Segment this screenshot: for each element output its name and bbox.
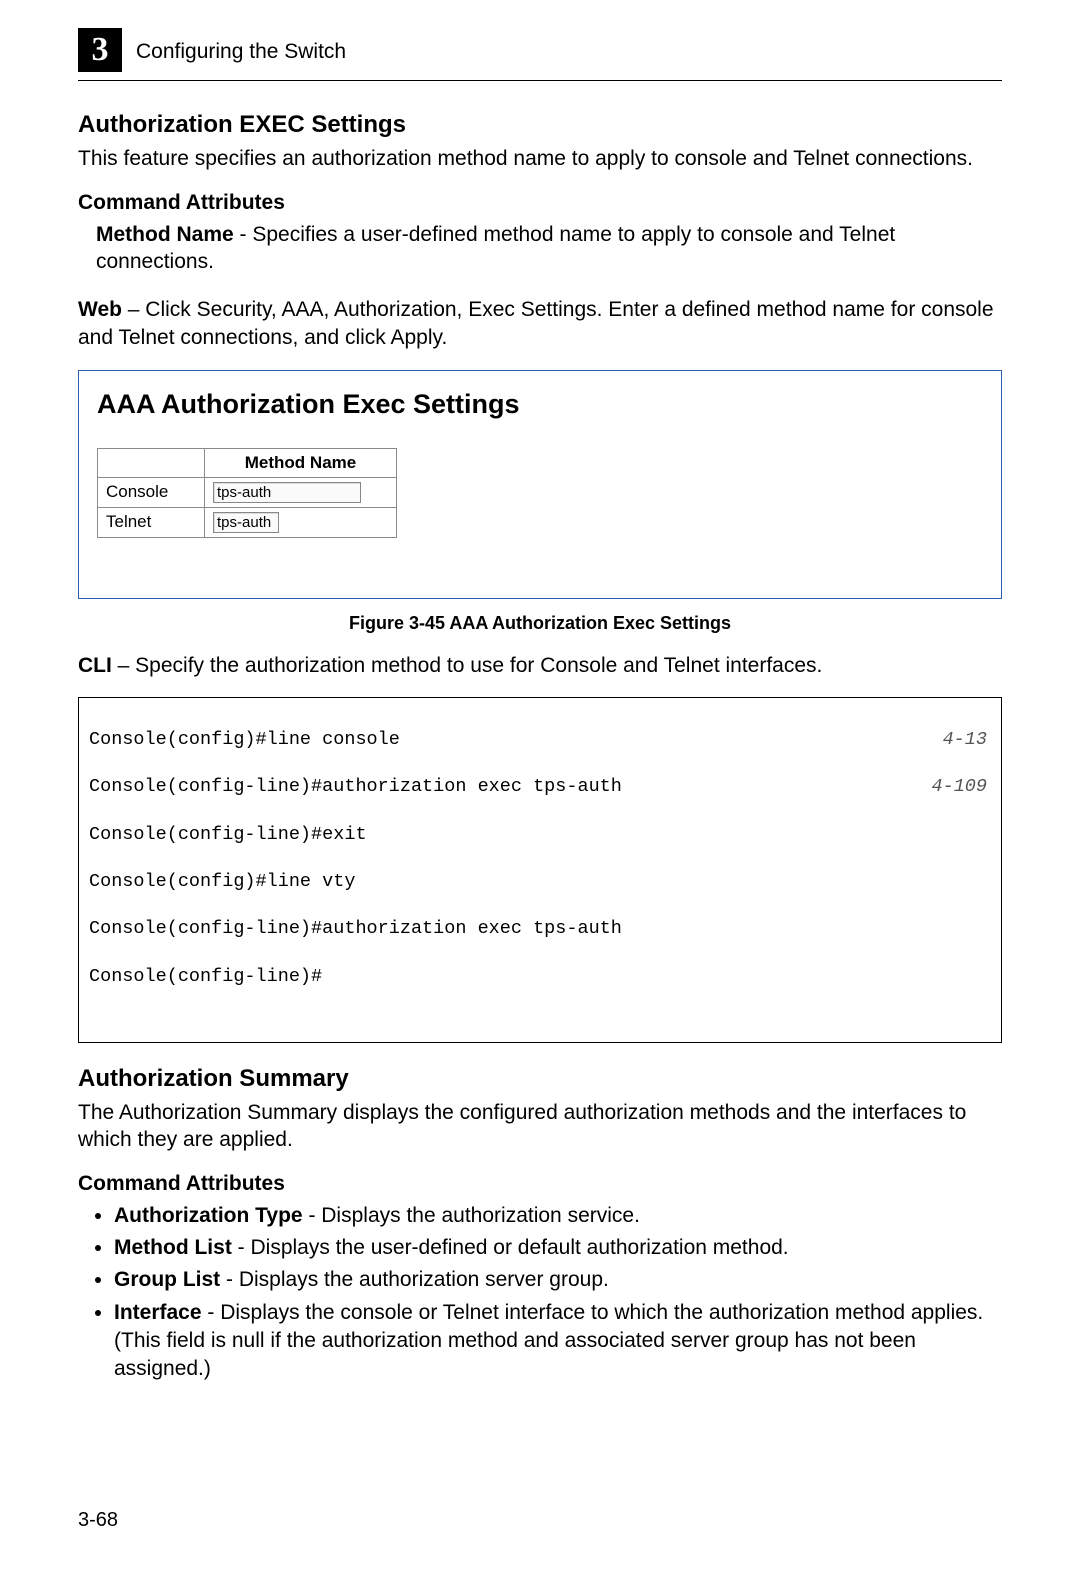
bullet-term: Interface — [114, 1301, 202, 1324]
section-intro-auth-exec: This feature specifies an authorization … — [78, 145, 1002, 173]
bullet-desc: - Displays the authorization service. — [303, 1204, 640, 1227]
bullet-term: Method List — [114, 1236, 232, 1259]
page: 3 Configuring the Switch Authorization E… — [0, 0, 1080, 1570]
section-title-auth-exec: Authorization EXEC Settings — [78, 111, 1002, 139]
method-name-attribute: Method Name - Specifies a user-defined m… — [78, 221, 1002, 276]
list-item: Group List - Displays the authorization … — [114, 1266, 1002, 1294]
row-input-cell-console: tps-auth — [205, 477, 397, 507]
bullet-desc: - Displays the user-defined or default a… — [232, 1236, 789, 1259]
web-label: Web — [78, 298, 122, 321]
bullet-desc: - Displays the authorization server grou… — [220, 1268, 609, 1291]
telnet-method-input[interactable]: tps-auth — [213, 512, 279, 533]
cli-code-block: Console(config)#line console 4-13 Console… — [78, 697, 1002, 1042]
figure-panel-title: AAA Authorization Exec Settings — [97, 389, 983, 420]
cli-ref — [987, 823, 991, 847]
cli-line: Console(config-line)#exit — [89, 823, 991, 847]
exec-settings-table: Method Name Console tps-auth Telnet tps-… — [97, 448, 397, 538]
header-rule — [78, 80, 1002, 81]
page-number: 3-68 — [78, 1509, 118, 1532]
web-instructions: Web – Click Security, AAA, Authorization… — [78, 296, 1002, 351]
section-title-auth-summary: Authorization Summary — [78, 1065, 1002, 1093]
cli-line: Console(config-line)#authorization exec … — [89, 775, 991, 799]
web-desc: – Click Security, AAA, Authorization, Ex… — [78, 298, 994, 349]
cli-ref: 4-109 — [931, 775, 991, 799]
chapter-number-badge: 3 — [78, 28, 122, 72]
bullet-desc: - Displays the console or Telnet interfa… — [114, 1301, 983, 1380]
console-method-input[interactable]: tps-auth — [213, 482, 361, 503]
figure-caption: Figure 3-45 AAA Authorization Exec Setti… — [78, 613, 1002, 634]
table-row: Telnet tps-auth — [98, 507, 397, 537]
cli-instructions: CLI – Specify the authorization method t… — [78, 652, 1002, 680]
bullet-term: Authorization Type — [114, 1204, 303, 1227]
cli-ref — [987, 965, 991, 989]
method-name-term: Method Name — [96, 223, 234, 246]
list-item: Interface - Displays the console or Teln… — [114, 1299, 1002, 1383]
cli-line: Console(config-line)#authorization exec … — [89, 917, 991, 941]
cli-ref: 4-13 — [943, 728, 991, 752]
command-attributes-heading-2: Command Attributes — [78, 1172, 1002, 1196]
cli-text: Console(config-line)#authorization exec … — [89, 917, 622, 941]
list-item: Authorization Type - Displays the author… — [114, 1202, 1002, 1230]
list-item: Method List - Displays the user-defined … — [114, 1234, 1002, 1262]
cli-text: Console(config-line)# — [89, 965, 322, 989]
cli-desc: – Specify the authorization method to us… — [112, 654, 823, 677]
cli-text: Console(config-line)#authorization exec … — [89, 775, 622, 799]
cli-text: Console(config)#line vty — [89, 870, 355, 894]
table-row: Console tps-auth — [98, 477, 397, 507]
cli-text: Console(config-line)#exit — [89, 823, 367, 847]
cli-line: Console(config)#line console 4-13 — [89, 728, 991, 752]
cli-line: Console(config-line)# — [89, 965, 991, 989]
command-attributes-heading-1: Command Attributes — [78, 191, 1002, 215]
cli-ref — [987, 870, 991, 894]
cli-ref — [987, 917, 991, 941]
command-attributes-list: Authorization Type - Displays the author… — [78, 1202, 1002, 1383]
bullet-term: Group List — [114, 1268, 220, 1291]
table-header-blank — [98, 448, 205, 477]
section-intro-auth-summary: The Authorization Summary displays the c… — [78, 1099, 1002, 1154]
page-header: 3 Configuring the Switch — [78, 30, 1002, 74]
figure-panel: AAA Authorization Exec Settings Method N… — [78, 370, 1002, 599]
cli-text: Console(config)#line console — [89, 728, 400, 752]
cli-label: CLI — [78, 654, 112, 677]
chapter-title: Configuring the Switch — [136, 40, 346, 64]
row-label-console: Console — [98, 477, 205, 507]
cli-line: Console(config)#line vty — [89, 870, 991, 894]
table-header-method: Method Name — [205, 448, 397, 477]
row-input-cell-telnet: tps-auth — [205, 507, 397, 537]
row-label-telnet: Telnet — [98, 507, 205, 537]
